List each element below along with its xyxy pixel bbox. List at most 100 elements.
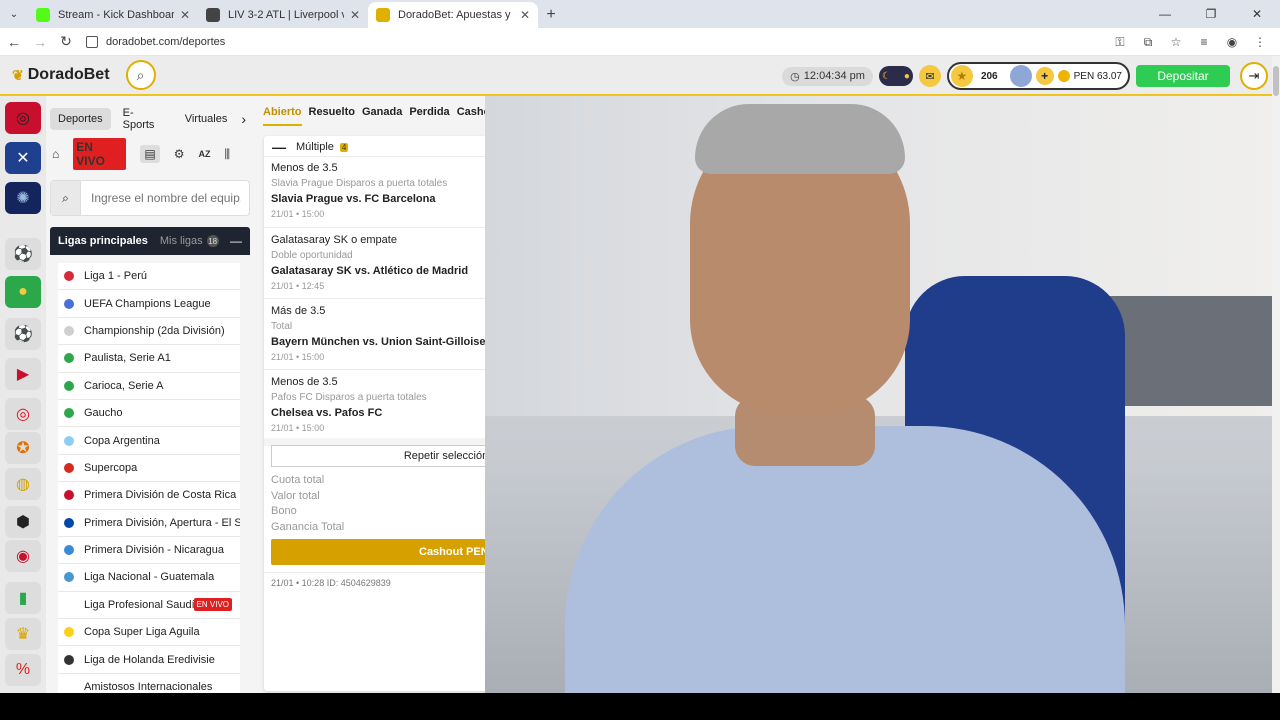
page-scrollbar[interactable] (1272, 56, 1280, 693)
install-icon[interactable]: ⧉ (1136, 30, 1160, 54)
az-sort[interactable]: AZ (198, 149, 210, 159)
rail-promo-icon[interactable]: % (5, 654, 41, 686)
league-item[interactable]: Primera División de Costa Rica (58, 482, 240, 510)
search-icon[interactable]: ⌕ (125, 60, 156, 90)
rail-trophy-icon[interactable]: ⚽ (5, 238, 41, 270)
total-value-label: Valor total (271, 489, 320, 502)
league-item[interactable]: Primera División - Nicaragua (58, 536, 240, 565)
rail-ball-icon[interactable]: ● (5, 276, 41, 308)
home-icon[interactable]: ⌂ (52, 147, 59, 161)
live-filter[interactable]: EN VIVO (73, 138, 127, 170)
rail-galaxy-icon[interactable]: ✺ (5, 182, 41, 214)
rail-chips-icon[interactable]: ✪ (5, 432, 41, 464)
rail-coins-icon[interactable]: ◍ (5, 468, 41, 500)
reading-list-icon[interactable]: ≡ (1192, 30, 1216, 54)
bet-selection: Galatasaray SK o empate Doble oportunida… (264, 227, 485, 294)
tab-cashout[interactable]: Cashout (457, 106, 485, 126)
points: 206 (980, 70, 998, 82)
league-item[interactable]: Copa Argentina (58, 427, 240, 455)
multi-header[interactable]: — Múltiple 4 (264, 136, 485, 156)
league-item[interactable]: Carioca, Serie A (58, 372, 240, 400)
rail-flag-icon[interactable]: ✕ (5, 142, 41, 174)
reload-icon[interactable]: ↻ (54, 30, 78, 54)
browser-tab[interactable]: Stream - Kick Dashboard ✕ (28, 2, 198, 28)
league-item[interactable]: Liga Profesional Saudí EN VIVO (58, 591, 240, 620)
rail-wheel-icon[interactable]: ◉ (5, 540, 41, 572)
browser-tab[interactable]: LIV 3-2 ATL | Liverpool vs Atlét ✕ (198, 2, 368, 28)
leagues-mine-tab[interactable]: Mis ligas (160, 235, 203, 247)
rail-bottle-icon[interactable]: ▮ (5, 582, 41, 614)
league-item[interactable]: Supercopa (58, 454, 240, 483)
league-item[interactable]: Paulista, Serie A1 (58, 345, 240, 373)
logo[interactable]: ❦ DoradoBet (12, 66, 110, 84)
url-field[interactable]: doradobet.com/deportes (86, 35, 225, 48)
key-icon[interactable]: ⚿ (1108, 30, 1132, 54)
new-tab-button[interactable]: + (538, 2, 564, 28)
tab-virtuales[interactable]: Virtuales (177, 108, 236, 130)
close-icon[interactable]: ✕ (350, 8, 360, 22)
multi-label: Múltiple (296, 141, 334, 153)
flag-icon (64, 572, 74, 583)
close-window-icon[interactable]: ✕ (1234, 0, 1280, 28)
minimize-icon[interactable]: — (1142, 0, 1188, 28)
logout-icon[interactable]: ⇥ (1240, 62, 1268, 90)
calendar-icon[interactable]: ▤ (140, 145, 160, 163)
collapse-icon[interactable]: — (272, 139, 286, 155)
tab-abierto[interactable]: Abierto (263, 106, 302, 126)
tab-title: Stream - Kick Dashboard (58, 9, 174, 21)
collapse-icon[interactable]: — (230, 234, 242, 248)
avatar[interactable] (1009, 65, 1032, 87)
tab-resuelto[interactable]: Resuelto (309, 106, 355, 126)
rail-casino-icon[interactable]: ◎ (5, 102, 41, 134)
tab-perdida[interactable]: Perdida (409, 106, 449, 126)
star-icon: ★ (950, 65, 973, 87)
close-icon[interactable]: ✕ (520, 8, 530, 22)
repeat-selection-button[interactable]: Repetir selección (271, 445, 485, 467)
selection-pick: Menos de 3.5 (271, 162, 338, 174)
cashout-button[interactable]: Cashout PEN 10 (271, 539, 485, 565)
bookmark-star-icon[interactable]: ☆ (1164, 30, 1188, 54)
site-info-icon[interactable] (86, 35, 98, 48)
flag-icon (64, 325, 74, 336)
leagues-main-tab[interactable]: Ligas principales (58, 235, 148, 247)
tab-search-icon[interactable]: ⌄ (0, 0, 28, 28)
theme-toggle[interactable]: ☾ ● (878, 66, 913, 86)
add-funds-icon[interactable]: + (1035, 67, 1054, 85)
close-icon[interactable]: ✕ (180, 8, 190, 22)
league-item[interactable]: UEFA Champions League (58, 290, 240, 318)
rail-soccer-icon[interactable]: ⚽ (5, 318, 41, 350)
scrollbar-thumb[interactable] (1273, 66, 1279, 96)
menu-icon[interactable]: ⋮ (1248, 30, 1272, 54)
selection-market: Slavia Prague Disparos a puerta totales (271, 177, 448, 189)
forward-icon[interactable]: → (28, 30, 52, 54)
mail-icon[interactable]: ✉ (918, 65, 941, 87)
tab-deportes[interactable]: Deportes (50, 108, 111, 130)
league-item[interactable]: Liga de Holanda Eredivisie (58, 646, 240, 674)
team-search-input[interactable] (81, 191, 241, 205)
league-item[interactable]: Liga Nacional - Guatemala (58, 564, 240, 592)
league-item[interactable]: Championship (2da División) (58, 317, 240, 346)
bet-slip-card: — Múltiple 4 Menos de 3.5 Slavia Prague … (264, 136, 485, 691)
rail-dice-icon[interactable]: ⬢ (5, 506, 41, 538)
profile-icon[interactable]: ◉ (1220, 30, 1244, 54)
deposit-button[interactable]: Depositar (1136, 65, 1230, 87)
league-item[interactable]: Copa Super Liga Aguila (58, 619, 240, 647)
tab-ganada[interactable]: Ganada (362, 106, 402, 126)
rail-play-icon[interactable]: ▶ (5, 358, 41, 390)
page-favicon-icon (206, 8, 220, 22)
league-item[interactable]: Gaucho (58, 399, 240, 428)
chevron-right-icon[interactable]: › (241, 111, 246, 127)
selection-time: 21/01 • 15:00 (271, 351, 325, 362)
restore-icon[interactable]: ❐ (1188, 0, 1234, 28)
rail-trophy-cup-icon[interactable]: ♛ (5, 618, 41, 650)
back-icon[interactable]: ← (2, 30, 26, 54)
league-item[interactable]: Primera División, Apertura - El Salvador (58, 509, 240, 537)
league-item[interactable]: Liga 1 - Perú (58, 263, 240, 291)
moon-icon: ☾ (881, 70, 891, 82)
browser-tab-active[interactable]: DoradoBet: Apuestas y Casino ✕ (368, 2, 538, 28)
settings-icon[interactable]: ⚙ (174, 147, 185, 161)
stats-icon[interactable]: ⫼ (224, 147, 230, 162)
wallet[interactable]: ★ 206 + PEN 63.07 (946, 62, 1130, 90)
rail-target-icon[interactable]: ◎ (5, 398, 41, 430)
tab-esports[interactable]: E-Sports (115, 102, 173, 136)
